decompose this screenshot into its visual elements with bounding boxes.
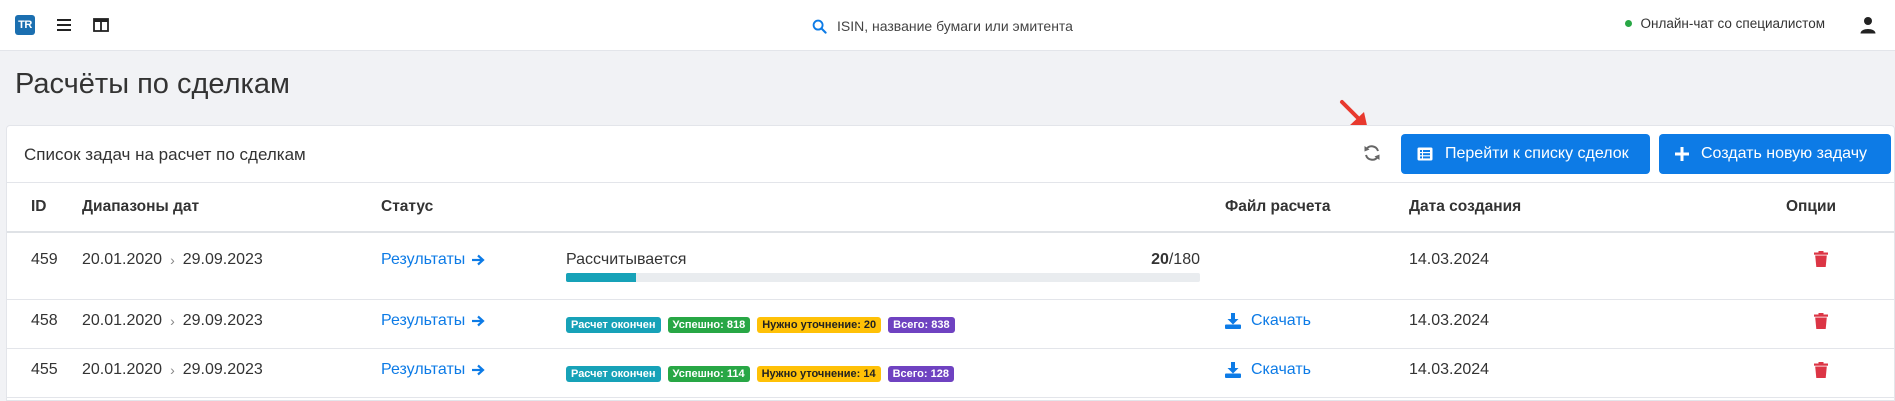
date-range: 20.01.2020 › 29.09.2023 xyxy=(82,312,263,330)
date-range: 20.01.2020 › 29.09.2023 xyxy=(82,361,263,379)
columns-layout-icon[interactable] xyxy=(92,16,110,34)
badge-finished: Расчет окончен xyxy=(566,317,661,333)
results-link[interactable]: Результаты xyxy=(381,312,485,330)
table-row: 458 20.01.2020 › 29.09.2023 Результаты Р… xyxy=(7,300,1894,349)
arrow-right-icon xyxy=(472,364,485,376)
go-to-deals-button[interactable]: Перейти к списку сделок xyxy=(1401,134,1650,174)
trash-icon[interactable] xyxy=(1814,313,1828,329)
results-link[interactable]: Результаты xyxy=(381,361,485,379)
search-icon xyxy=(812,19,827,34)
trash-icon[interactable] xyxy=(1814,362,1828,378)
top-bar: TR ISIN, название бумаги или эмитента Он… xyxy=(0,0,1895,51)
badge-total: Всего: 838 xyxy=(888,317,955,333)
badge-success: Успешно: 114 xyxy=(667,366,750,382)
results-link[interactable]: Результаты xyxy=(381,251,485,269)
created-date: 14.03.2024 xyxy=(1409,312,1490,329)
download-icon xyxy=(1225,313,1241,329)
status-badges: Расчет окончен Успешно: 818 Нужно уточнени… xyxy=(566,315,962,333)
download-icon xyxy=(1225,362,1241,378)
date-from: 20.01.2020 xyxy=(82,312,163,329)
download-label: Скачать xyxy=(1251,312,1311,329)
date-from: 20.01.2020 xyxy=(82,361,163,378)
arrow-right-icon xyxy=(472,254,485,266)
th-date-ranges[interactable]: Диапазоны дат xyxy=(82,198,199,216)
refresh-icon[interactable] xyxy=(1362,143,1382,163)
progress-label: Рассчитывается xyxy=(566,251,687,268)
global-search[interactable]: ISIN, название бумаги или эмитента xyxy=(812,14,1073,38)
tasks-card: Список задач на расчет по сделкам Перейт… xyxy=(6,125,1895,401)
badge-needs-clarification: Нужно уточнение: 14 xyxy=(756,366,881,382)
chevron-right-icon: › xyxy=(170,252,175,268)
arrow-right-icon xyxy=(472,315,485,327)
user-icon[interactable] xyxy=(1860,16,1876,34)
date-to: 29.09.2023 xyxy=(182,361,263,378)
date-range: 20.01.2020 › 29.09.2023 xyxy=(82,251,263,269)
chevron-right-icon: › xyxy=(170,313,175,329)
th-file[interactable]: Файл расчета xyxy=(1225,198,1330,216)
create-task-button[interactable]: Создать новую задачу xyxy=(1659,134,1891,174)
table-row: 455 20.01.2020 › 29.09.2023 Результаты Р… xyxy=(7,349,1894,398)
online-chat-link[interactable]: Онлайн-чат со специалистом xyxy=(1625,16,1825,31)
hamburger-menu-icon[interactable] xyxy=(55,16,73,34)
row-id: 459 xyxy=(31,251,58,268)
create-task-label: Создать новую задачу xyxy=(1701,145,1868,162)
row-id: 455 xyxy=(31,361,58,378)
progress-total: /180 xyxy=(1168,251,1200,268)
badge-finished: Расчет окончен xyxy=(566,366,661,382)
card-header: Список задач на расчет по сделкам Перейт… xyxy=(7,126,1894,183)
plus-icon xyxy=(1675,147,1689,161)
progress-done: 20 xyxy=(1151,251,1169,268)
status-badges: Расчет окончен Успешно: 114 Нужно уточнени… xyxy=(566,364,961,382)
date-to: 29.09.2023 xyxy=(182,312,263,329)
th-status[interactable]: Статус xyxy=(381,198,433,216)
th-created[interactable]: Дата создания xyxy=(1409,198,1521,216)
progress-bar xyxy=(566,273,1200,282)
progress-bar-fill xyxy=(566,273,637,282)
card-title: Список задач на расчет по сделкам xyxy=(24,145,306,164)
badge-total: Всего: 128 xyxy=(887,366,954,382)
created-date: 14.03.2024 xyxy=(1409,251,1490,268)
list-table-icon xyxy=(1417,147,1433,161)
results-link-label: Результаты xyxy=(381,312,466,329)
chevron-right-icon: › xyxy=(170,362,175,378)
progress-count: 20/180 xyxy=(1107,251,1200,269)
th-options[interactable]: Опции xyxy=(1786,198,1836,216)
badge-needs-clarification: Нужно уточнение: 20 xyxy=(757,317,882,333)
badge-success: Успешно: 818 xyxy=(667,317,751,333)
page-title: Расчёты по сделкам xyxy=(15,68,290,100)
results-link-label: Результаты xyxy=(381,251,466,268)
online-chat-label: Онлайн-чат со специалистом xyxy=(1640,16,1825,31)
created-date: 14.03.2024 xyxy=(1409,361,1490,378)
online-status-dot xyxy=(1625,20,1633,27)
logo[interactable]: TR xyxy=(15,15,35,35)
search-input[interactable]: ISIN, название бумаги или эмитента xyxy=(837,18,1073,34)
trash-icon[interactable] xyxy=(1814,251,1828,267)
date-from: 20.01.2020 xyxy=(82,251,163,268)
download-link[interactable]: Скачать xyxy=(1225,312,1311,330)
go-to-deals-label: Перейти к списку сделок xyxy=(1445,145,1629,162)
date-to: 29.09.2023 xyxy=(182,251,263,268)
download-link[interactable]: Скачать xyxy=(1225,361,1311,379)
table-header: ID Диапазоны дат Статус Файл расчета Дат… xyxy=(7,183,1894,233)
download-label: Скачать xyxy=(1251,361,1311,378)
results-link-label: Результаты xyxy=(381,361,466,378)
row-id: 458 xyxy=(31,312,58,329)
th-id[interactable]: ID xyxy=(31,198,47,216)
table-row: 459 20.01.2020 › 29.09.2023 Результаты Р… xyxy=(7,233,1894,300)
